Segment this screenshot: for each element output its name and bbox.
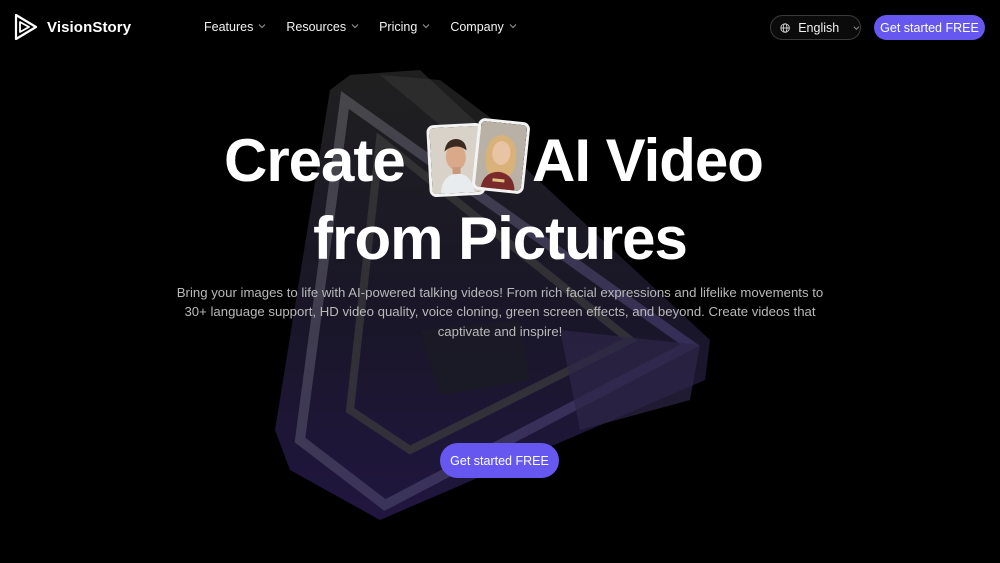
chevron-down-icon (509, 24, 517, 29)
hero-title-word-create: Create (224, 127, 406, 194)
nav-item-label: Resources (286, 20, 347, 34)
main-nav: Features Resources Pricing Company (204, 20, 537, 34)
nav-item-pricing[interactable]: Pricing (379, 20, 430, 34)
chevron-down-icon (422, 24, 430, 29)
brand-name: VisionStory (47, 18, 132, 36)
nav-item-company[interactable]: Company (450, 20, 517, 34)
hero-title-line2: from Pictures (313, 205, 688, 272)
nav-item-label: Features (204, 20, 254, 34)
nav-item-features[interactable]: Features (204, 20, 266, 34)
nav-item-resources[interactable]: Resources (286, 20, 359, 34)
nav-item-label: Company (450, 20, 504, 34)
header-get-started-button[interactable]: Get started FREE (874, 15, 985, 40)
language-label: English (798, 20, 840, 35)
chevron-down-icon (853, 25, 860, 30)
avatar-photo-woman (471, 117, 531, 195)
play-triangle-logo-icon (14, 14, 38, 40)
language-selector[interactable]: English (770, 15, 861, 40)
chevron-down-icon (258, 24, 266, 29)
hero-description: Bring your images to life with AI-powere… (176, 285, 824, 339)
hero-get-started-button[interactable]: Get started FREE (440, 443, 559, 478)
hero-title-word-ai-video: AI Video (532, 127, 764, 194)
brand-logo[interactable]: VisionStory (14, 14, 131, 40)
nav-item-label: Pricing (379, 20, 418, 34)
chevron-down-icon (351, 24, 359, 29)
globe-icon (780, 22, 790, 33)
hero-background-triangle-art (275, 70, 710, 520)
site-header: VisionStory Features Resources Pricing C… (0, 0, 1000, 56)
